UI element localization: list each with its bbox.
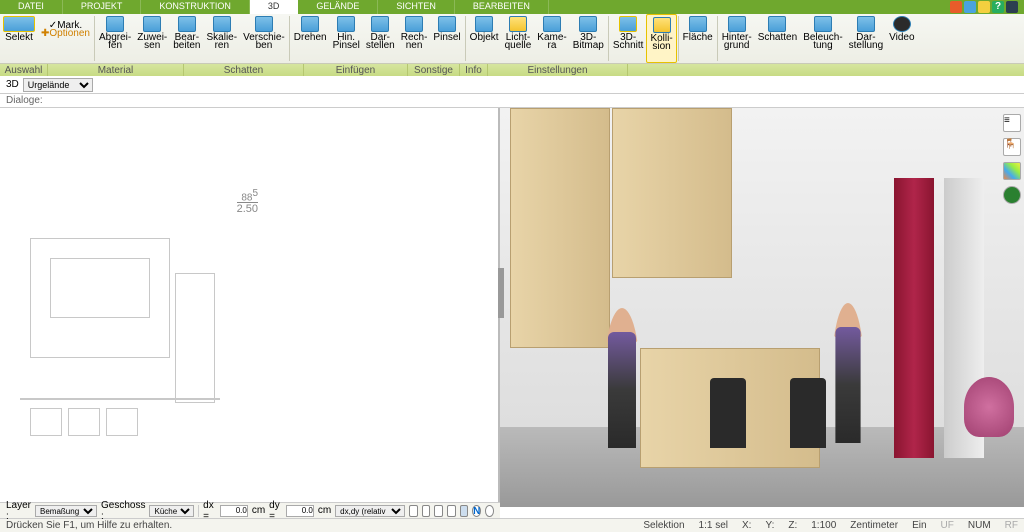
status-unit: Zentimeter bbox=[850, 520, 898, 531]
video-button[interactable]: Video bbox=[886, 14, 917, 63]
kollision-button[interactable]: Kolli- sion bbox=[646, 14, 676, 63]
ribbon: Selekt ✓Mark.✚Optionen Abgrei- fen Zuwei… bbox=[0, 14, 1024, 64]
status-hint: Drücken Sie F1, um Hilfe zu erhalten. bbox=[6, 520, 172, 531]
measure-icon[interactable] bbox=[460, 505, 469, 517]
status-ein: Ein bbox=[912, 520, 926, 531]
bar-chair bbox=[710, 378, 746, 448]
tab-konstruktion[interactable]: KONSTRUKTION bbox=[141, 0, 250, 14]
minimize-icon[interactable] bbox=[1006, 1, 1018, 13]
ortho-icon[interactable] bbox=[434, 505, 443, 517]
skalieren-button[interactable]: Skalie- ren bbox=[204, 14, 241, 63]
pencil-icon[interactable] bbox=[950, 1, 962, 13]
lichtquelle-button[interactable]: Licht- quelle bbox=[502, 14, 535, 63]
ribbon-group-labels: Auswahl Material Schatten Einfügen Sonst… bbox=[0, 64, 1024, 76]
render-view-3d[interactable]: ≡ 🪑 bbox=[500, 108, 1024, 507]
geschoss-dropdown[interactable]: Küche bbox=[149, 505, 194, 517]
mark-button[interactable]: ✓Mark.✚Optionen bbox=[38, 14, 93, 63]
folder-icon[interactable] bbox=[978, 1, 990, 13]
grid-icon[interactable] bbox=[422, 505, 431, 517]
geschoss-label: Geschoss : bbox=[101, 500, 145, 522]
pane-splitter[interactable] bbox=[498, 268, 504, 318]
cabinet-tall bbox=[510, 108, 610, 348]
tree-icon[interactable] bbox=[1003, 186, 1021, 204]
rechnen-button[interactable]: Rech- nen bbox=[398, 14, 431, 63]
status-bar: Drücken Sie F1, um Hilfe zu erhalten. Se… bbox=[0, 518, 1024, 532]
main-tabs: DATEI PROJEKT KONSTRUKTION 3D GELÄNDE SI… bbox=[0, 0, 1024, 14]
view-subbar: 3D Urgelände bbox=[0, 76, 1024, 94]
status-scale: 1:100 bbox=[811, 520, 836, 531]
status-x: X: bbox=[742, 520, 751, 531]
layer-dropdown[interactable]: Bemaßung bbox=[35, 505, 97, 517]
workspace: 885 2.50 ≡ 🪑 bbox=[0, 108, 1024, 507]
schatten2-button[interactable]: Schatten bbox=[755, 14, 800, 63]
bearbeiten-button[interactable]: Bear- beiten bbox=[170, 14, 203, 63]
person-figure bbox=[604, 308, 640, 448]
status-sel: 1:1 sel bbox=[699, 520, 728, 531]
beleuchtung-button[interactable]: Beleuch- tung bbox=[800, 14, 845, 63]
north-icon[interactable]: N bbox=[472, 505, 481, 517]
person-figure bbox=[832, 303, 864, 443]
layer-label: Layer : bbox=[6, 500, 31, 522]
dialogs-bar: Dialoge: bbox=[0, 94, 1024, 108]
status-selektion: Selektion bbox=[643, 520, 684, 531]
curtain bbox=[894, 178, 934, 458]
layer-bar: Layer : Bemaßung Geschoss : Küche dx = c… bbox=[0, 502, 500, 518]
bitmap-button[interactable]: 3D- Bitmap bbox=[570, 14, 607, 63]
kamera-button[interactable]: Kame- ra bbox=[534, 14, 569, 63]
status-rf: RF bbox=[1005, 520, 1018, 531]
status-num: NUM bbox=[968, 520, 991, 531]
tab-sichten[interactable]: SICHTEN bbox=[378, 0, 455, 14]
plant bbox=[964, 377, 1014, 437]
darstellung-button[interactable]: Dar- stellung bbox=[846, 14, 886, 63]
selekt-button[interactable]: Selekt bbox=[0, 14, 38, 63]
status-uf: UF bbox=[941, 520, 954, 531]
darstellen-button[interactable]: Dar- stellen bbox=[363, 14, 398, 63]
tab-bearbeiten[interactable]: BEARBEITEN bbox=[455, 0, 549, 14]
pinsel-button[interactable]: Pinsel bbox=[430, 14, 463, 63]
quick-access-toolbar: ? bbox=[950, 0, 1024, 14]
bar-chair bbox=[790, 378, 826, 448]
materials-icon[interactable] bbox=[1003, 162, 1021, 180]
tab-gelaende[interactable]: GELÄNDE bbox=[298, 0, 378, 14]
abgreifen-button[interactable]: Abgrei- fen bbox=[96, 14, 134, 63]
dx-input[interactable] bbox=[220, 505, 248, 517]
status-z: Z: bbox=[788, 520, 797, 531]
verschieben-button[interactable]: Verschie- ben bbox=[240, 14, 288, 63]
zuweisen-button[interactable]: Zuwei- sen bbox=[134, 14, 170, 63]
tab-3d[interactable]: 3D bbox=[250, 0, 299, 14]
tab-projekt[interactable]: PROJEKT bbox=[63, 0, 142, 14]
layers-icon[interactable]: ≡ bbox=[1003, 114, 1021, 132]
plan-view-2d[interactable]: 885 2.50 bbox=[0, 108, 500, 507]
coord-mode-dropdown[interactable]: dx,dy (relativ ka bbox=[335, 505, 405, 517]
side-tool-panel: ≡ 🪑 bbox=[1000, 114, 1024, 204]
angle-icon[interactable] bbox=[447, 505, 456, 517]
mode-label: 3D bbox=[6, 79, 19, 90]
objekt-button[interactable]: Objekt bbox=[467, 14, 502, 63]
compass-icon[interactable] bbox=[485, 505, 494, 517]
schnitt-button[interactable]: 3D- Schnitt bbox=[610, 14, 647, 63]
dx-label: dx = bbox=[203, 500, 216, 522]
status-y: Y: bbox=[765, 520, 774, 531]
dy-label: dy = bbox=[269, 500, 282, 522]
flaeche-button[interactable]: Fläche bbox=[680, 14, 716, 63]
terrain-dropdown[interactable]: Urgelände bbox=[23, 78, 93, 92]
drehen-button[interactable]: Drehen bbox=[291, 14, 330, 63]
snap-icon[interactable] bbox=[409, 505, 418, 517]
cube-icon[interactable] bbox=[964, 1, 976, 13]
tab-datei[interactable]: DATEI bbox=[0, 0, 63, 14]
furniture-icon[interactable]: 🪑 bbox=[1003, 138, 1021, 156]
hinpinsel-button[interactable]: Hin. Pinsel bbox=[330, 14, 363, 63]
hintergrund-button[interactable]: Hinter- grund bbox=[719, 14, 755, 63]
dy-input[interactable] bbox=[286, 505, 314, 517]
cabinet-upper bbox=[612, 108, 732, 278]
